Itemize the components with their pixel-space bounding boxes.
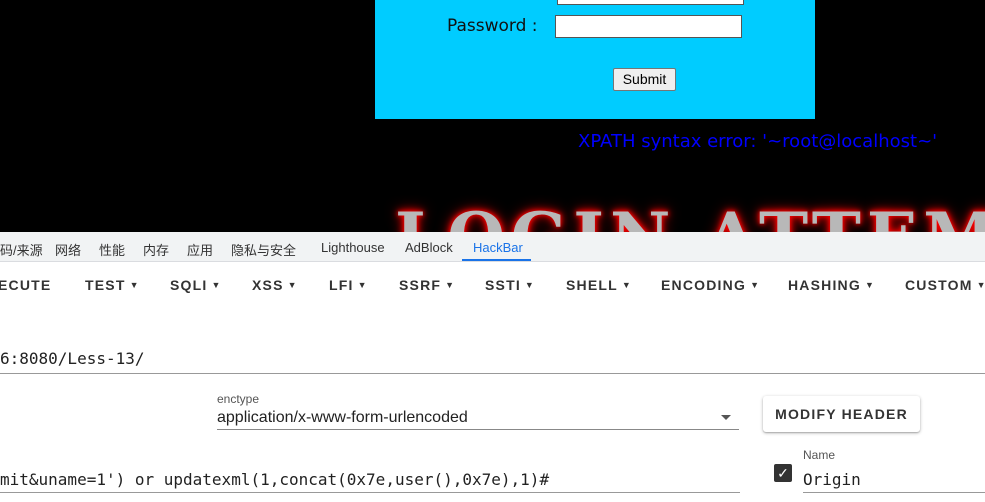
caret-down-icon: ▼ [864, 280, 876, 290]
encoding-label: ENCODING [661, 277, 747, 293]
url-field-underline [0, 373, 985, 374]
hashing-menu[interactable]: HASHING ▼ [788, 277, 875, 293]
tab-lighthouse[interactable]: Lighthouse [321, 240, 385, 255]
enctype-select-underline [217, 429, 739, 430]
header-name-label: Name [803, 448, 836, 462]
error-message: XPATH syntax error: '~root@localhost~' [578, 131, 938, 152]
test-label: TEST [85, 277, 126, 293]
ssrf-menu[interactable]: SSRF ▼ [399, 277, 455, 293]
header-name-underline [803, 492, 985, 493]
devtools-tab-bar: 码/来源 网络 性能 内存 应用 隐私与安全 Lighthouse AdBloc… [0, 232, 985, 262]
tab-privacy-security[interactable]: 隐私与安全 [231, 240, 296, 259]
tab-application[interactable]: 应用 [187, 240, 213, 259]
post-body-underline [0, 492, 740, 493]
username-input[interactable] [557, 0, 744, 5]
sqli-menu[interactable]: SQLI ▼ [170, 277, 222, 293]
header-name-field[interactable]: Origin [803, 470, 861, 489]
tab-sources[interactable]: 码/来源 [0, 240, 43, 259]
caret-down-icon: ▼ [129, 280, 140, 290]
encoding-menu[interactable]: ENCODING ▼ [661, 277, 760, 293]
execute-label: ECUTE [0, 277, 52, 293]
ssti-label: SSTI [485, 277, 521, 293]
devtools-panel: 码/来源 网络 性能 内存 应用 隐私与安全 Lighthouse AdBloc… [0, 232, 985, 502]
hackbar-menu: ECUTE TEST ▼ SQLI ▼ XSS ▼ LFI ▼ SSRF ▼ SSTI ▼ … [0, 262, 985, 310]
tab-network[interactable]: 网络 [55, 240, 81, 259]
caret-down-icon: ▼ [357, 280, 368, 290]
custom-label: CUSTOM [905, 277, 973, 293]
tab-performance[interactable]: 性能 [99, 240, 125, 259]
caret-down-icon: ▼ [621, 280, 632, 290]
enctype-select[interactable]: application/x-www-form-urlencoded [217, 409, 468, 427]
sqli-label: SQLI [170, 277, 208, 293]
xss-menu[interactable]: XSS ▼ [252, 277, 298, 293]
tab-memory[interactable]: 内存 [143, 240, 169, 259]
test-menu[interactable]: TEST ▼ [85, 277, 140, 293]
post-body-field[interactable]: mit&uname=1') or updatexml(1,concat(0x7e… [0, 470, 549, 489]
login-attempt-banner: LOGIN ATTEMPT [395, 198, 985, 232]
lfi-label: LFI [329, 277, 354, 293]
lfi-menu[interactable]: LFI ▼ [329, 277, 368, 293]
active-tab-indicator [462, 259, 531, 261]
caret-down-icon: ▼ [750, 280, 761, 290]
modify-header-button[interactable]: MODIFY HEADER [763, 396, 920, 432]
xss-label: XSS [252, 277, 284, 293]
submit-button[interactable]: Submit [613, 68, 676, 91]
tab-hackbar[interactable]: HackBar [473, 240, 523, 255]
caret-down-icon: ▼ [524, 280, 536, 290]
tab-adblock[interactable]: AdBlock [405, 240, 453, 255]
ssti-menu[interactable]: SSTI ▼ [485, 277, 535, 293]
caret-down-icon: ▼ [211, 280, 222, 290]
shell-label: SHELL [566, 277, 618, 293]
header-enabled-checkbox[interactable]: ✓ [774, 464, 792, 482]
enctype-label: enctype [217, 392, 260, 406]
dropdown-arrow-icon[interactable] [721, 415, 731, 420]
ssrf-label: SSRF [399, 277, 442, 293]
caret-down-icon: ▼ [287, 280, 298, 290]
custom-menu[interactable]: CUSTOM ▼ [905, 277, 985, 293]
password-label: Password : [447, 16, 538, 36]
caret-down-icon: ▼ [976, 280, 985, 290]
check-icon: ✓ [777, 465, 789, 481]
password-input[interactable] [555, 15, 742, 38]
shell-menu[interactable]: SHELL ▼ [566, 277, 632, 293]
caret-down-icon: ▼ [445, 280, 456, 290]
webpage-viewport: Password : Submit XPATH syntax error: '~… [0, 0, 985, 232]
url-field[interactable]: 6:8080/Less-13/ [0, 349, 145, 368]
hashing-label: HASHING [788, 277, 861, 293]
execute-button[interactable]: ECUTE [0, 277, 51, 293]
